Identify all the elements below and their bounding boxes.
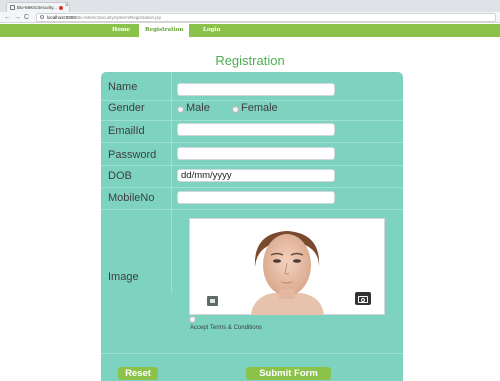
nav-registration[interactable]: Registration (139, 24, 190, 37)
url-host: localhost:8080 (47, 15, 77, 20)
mobile-input[interactable] (177, 191, 335, 204)
terms-checkbox[interactable] (189, 316, 196, 323)
gallery-icon[interactable] (207, 296, 218, 306)
row-divider (101, 142, 403, 143)
gender-label: Gender (108, 102, 145, 114)
page-title: Registration (215, 53, 285, 68)
password-input[interactable] (177, 147, 335, 160)
gender-male-radio[interactable] (177, 106, 184, 113)
row-divider (101, 165, 403, 166)
browser-tab[interactable]: Bio-MetricSecurity... × (6, 2, 70, 12)
terms-label: Accept Terms & Conditions (190, 325, 262, 331)
tab-title: Bio-MetricSecurity... (17, 5, 57, 10)
email-label: EmailId (108, 125, 145, 137)
gender-female-radio[interactable] (232, 106, 239, 113)
submit-button[interactable]: Submit Form (246, 367, 331, 380)
reset-button[interactable]: Reset (118, 367, 158, 380)
info-icon[interactable] (40, 15, 44, 19)
row-divider (101, 187, 403, 188)
row-divider (101, 209, 403, 210)
browser-toolbar: ← → C localhost:8080/Bio-MetricSecurityS… (0, 12, 500, 23)
reload-icon[interactable]: C (24, 12, 29, 23)
back-icon[interactable]: ← (4, 12, 11, 23)
password-label: Password (108, 149, 157, 161)
name-label: Name (108, 81, 138, 93)
nav-home[interactable]: Home (106, 24, 136, 37)
camera-icon[interactable] (355, 292, 371, 305)
column-divider (171, 72, 172, 292)
nav-login[interactable]: Login (197, 24, 226, 37)
gallery-icon-inner (210, 299, 215, 303)
page-icon (10, 5, 15, 10)
dob-input[interactable]: dd/mm/yyyy (177, 169, 335, 182)
face-photo (251, 231, 324, 315)
row-divider (101, 353, 403, 354)
forward-icon[interactable]: → (14, 12, 21, 23)
email-input[interactable] (177, 123, 335, 136)
row-divider (101, 100, 403, 101)
name-input[interactable] (177, 83, 335, 96)
address-bar[interactable]: localhost:8080/Bio-MetricSecuritySystem/… (36, 13, 496, 22)
gender-male-label: Male (186, 102, 210, 114)
close-tab-icon[interactable]: × (65, 3, 69, 9)
mobile-label: MobileNo (108, 192, 155, 204)
recording-icon (59, 6, 63, 10)
dob-label: DOB (108, 170, 132, 182)
url-path: /Bio-MetricSecuritySystem/Registration.j… (76, 15, 162, 20)
image-label: Image (108, 271, 139, 283)
image-preview[interactable] (189, 218, 385, 315)
camera-lens (361, 298, 365, 302)
browser-tab-bar: Bio-MetricSecurity... × (0, 0, 500, 12)
registration-form: Name Gender Male Female EmailId Password… (101, 72, 403, 381)
gender-female-label: Female (241, 102, 278, 114)
row-divider (101, 120, 403, 121)
site-nav: Home Registration Login (0, 24, 500, 37)
